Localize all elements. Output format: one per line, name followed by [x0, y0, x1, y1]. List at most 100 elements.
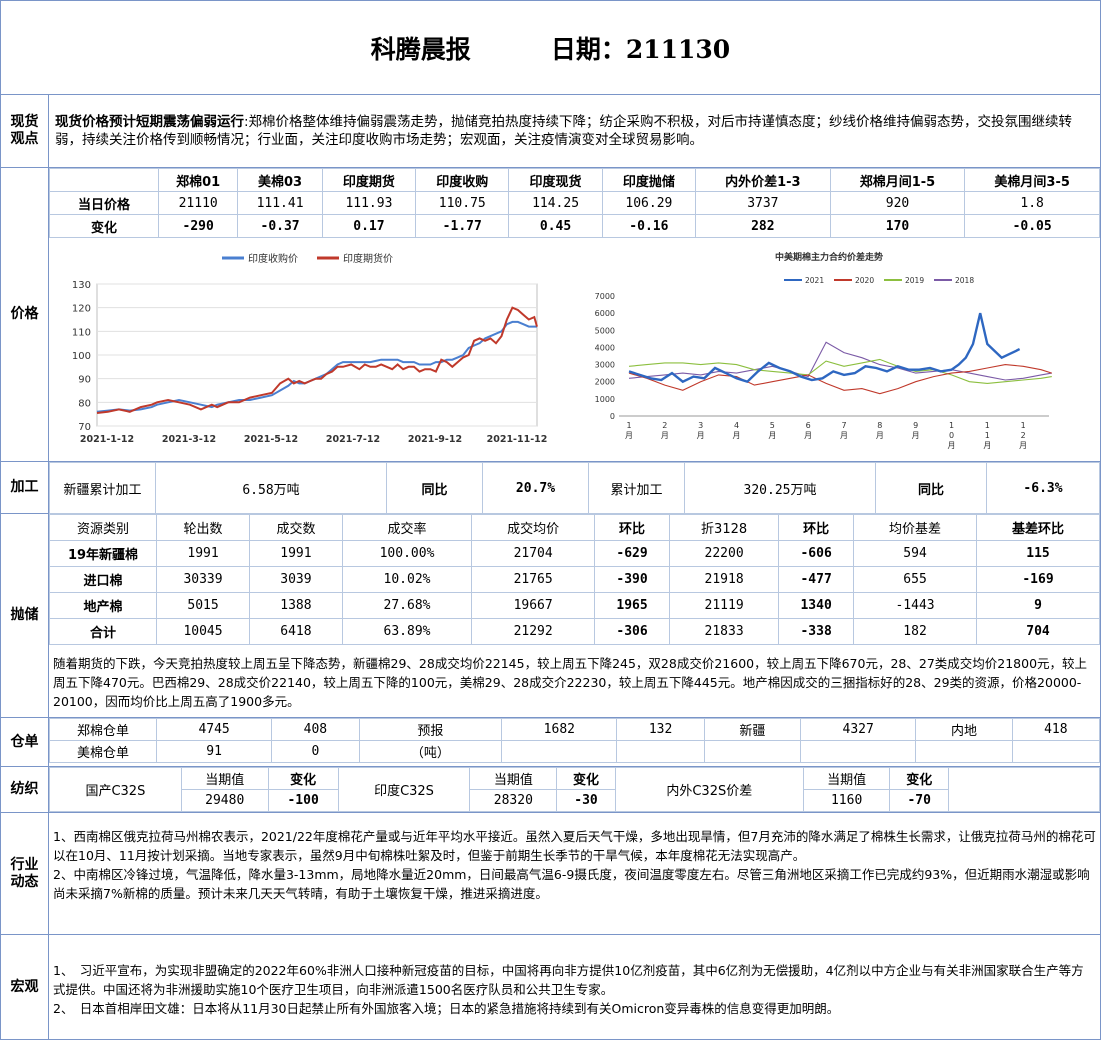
- today-price-cell: 21110: [157, 191, 239, 215]
- legend-label: 印度期货价: [343, 252, 393, 265]
- y-tick-label: 70: [78, 422, 91, 433]
- process-section: 加工 新疆累计加工 6.58万吨 同比 20.7% 累计加工 320.25万吨 …: [1, 462, 1100, 514]
- warehouse-cell: 美棉仓单: [49, 740, 157, 763]
- reserve-cell: 115: [976, 540, 1100, 567]
- x-tick-label: 2021-7-12: [326, 434, 380, 445]
- spinning-change: -30: [556, 789, 616, 812]
- series-line-2020: [628, 364, 1052, 395]
- reserve-cell: 10045: [155, 618, 251, 645]
- reserve-cell: 1991: [155, 540, 251, 567]
- report-header: 科腾晨报 日期：211130: [1, 1, 1100, 95]
- warehouse-cell: 0: [271, 740, 360, 763]
- today-price-cell: 106.29: [601, 191, 697, 215]
- current-value-label: 当期值: [469, 767, 558, 790]
- report-date: 日期：211130: [550, 34, 731, 64]
- price-change-cell: 0.17: [321, 214, 417, 238]
- total-yoy-label: 同比: [875, 462, 987, 514]
- warehouse-cell: 预报: [358, 718, 503, 741]
- price-col-header: 印度抛储: [601, 168, 697, 192]
- reserve-cell: 1965: [594, 592, 670, 619]
- reserve-cell: 30339: [155, 566, 251, 593]
- x-tick-label: 5月: [768, 421, 776, 440]
- legend-label: 2021: [805, 276, 824, 285]
- reserve-section: 抛储 资源类别 轮出数 成交数 成交率 成交均价 环比 折3128 环比 均价基差 基差环比 19年…: [1, 514, 1100, 718]
- warehouse-cell: 418: [1011, 718, 1101, 741]
- y-tick-label: 7000: [595, 292, 615, 301]
- spinning-value: 29480: [180, 789, 269, 812]
- reserve-category: 进口棉: [49, 566, 157, 593]
- report-title: 科腾晨报: [370, 34, 471, 64]
- empty-cell: [501, 740, 618, 763]
- reserve-cell: -477: [778, 566, 855, 593]
- change-label: 变化: [556, 767, 616, 790]
- chart-title: 中美期棉主力合约价差走势: [775, 251, 883, 263]
- report-sheet: 科腾晨报 日期：211130 现货 观点 现货价格预计短期震荡偏弱运行:郑棉价格…: [0, 0, 1101, 1040]
- change-label: 变化: [267, 767, 339, 790]
- price-col-header: 郑棉月间1-5: [829, 168, 966, 192]
- reserve-cell: 21765: [471, 566, 596, 593]
- xj-process-label: 新疆累计加工: [49, 462, 156, 514]
- reserve-category: 19年新疆棉: [49, 540, 157, 567]
- today-price-cell: 114.25: [508, 191, 603, 215]
- spot-section: 现货 观点 现货价格预计短期震荡偏弱运行:郑棉价格整体维持偏弱震荡走势，抛储竞拍…: [1, 95, 1100, 168]
- price-col-header: 印度期货: [321, 168, 417, 192]
- x-tick-label: 2月: [661, 421, 669, 440]
- total-process-value: 320.25万吨: [684, 462, 876, 514]
- spinning-change: -100: [267, 789, 339, 812]
- reserve-col-header: 成交数: [249, 514, 343, 541]
- warehouse-cell: 内地: [915, 718, 1013, 741]
- reserve-cell: 1388: [249, 592, 343, 619]
- reserve-cell: 704: [976, 618, 1100, 645]
- price-section: 价格 郑棉01 美棉03 印度期货 印度收购 印度现货 印度抛储 内外价差1-3 郑棉月间1-…: [1, 168, 1100, 462]
- x-tick-label: 7月: [840, 421, 848, 440]
- table-row: 合计 10045 6418 63.89% 21292 -306 21833 -338 182 70…: [49, 618, 1100, 645]
- warehouse-cell: 91: [155, 740, 273, 763]
- industry-label: 行业 动态: [1, 813, 49, 934]
- series-line-futures: [96, 306, 538, 414]
- legend-label: 2020: [855, 276, 874, 285]
- y-tick-label: 1000: [595, 395, 615, 404]
- today-price-cell: 1.8: [964, 191, 1100, 215]
- y-tick-label: 110: [72, 327, 91, 338]
- xj-yoy-label: 同比: [386, 462, 483, 514]
- spinning-item-name: 内外C32S价差: [614, 767, 804, 812]
- x-tick-label: 4月: [733, 421, 741, 440]
- y-tick-label: 90: [78, 375, 91, 386]
- reserve-cell: 3039: [249, 566, 343, 593]
- reserve-col-header: 成交均价: [471, 514, 596, 541]
- reserve-cell: -1443: [853, 592, 977, 619]
- price-col-header: 美棉月间3-5: [964, 168, 1100, 192]
- reserve-note: 随着期货的下跌，今天竞拍热度较上周五呈下降态势，新疆棉29、28成交均价2214…: [53, 656, 1088, 709]
- reserve-cell: 22200: [668, 540, 780, 567]
- warehouse-table: 郑棉仓单 4745 408 预报 1682 132 新疆 4327 内地 418 美棉仓单 91 0 （吨…: [49, 718, 1101, 763]
- industry-section: 行业 动态 1、西南棉区俄克拉荷马州棉农表示，2021/22年度棉花产量或与近年…: [1, 813, 1100, 935]
- price-change-cell: 282: [695, 214, 831, 238]
- reserve-category: 地产棉: [49, 592, 157, 619]
- spinning-section: 纺织 国产C32S 当期值 变化 印度C32S 当期值 变化 内外C32S价差 当期值 变化 29…: [1, 767, 1100, 813]
- reserve-cell: 21292: [471, 618, 596, 645]
- y-tick-label: 4000: [595, 343, 615, 352]
- x-tick-label: 2021-3-12: [162, 434, 216, 445]
- macro-news-1: 1、 习近平宣布，为实现非盟确定的2022年60%非洲人口接种新冠疫苗的目标，中…: [53, 963, 1084, 997]
- reserve-cell: 182: [853, 618, 977, 645]
- industry-news-1: 1、西南棉区俄克拉荷马州棉农表示，2021/22年度棉花产量或与近年平均水平接近…: [53, 829, 1096, 863]
- x-tick-label: 1月: [625, 421, 633, 440]
- x-tick-label: 2021-5-12: [244, 434, 298, 445]
- price-col-header: 印度收购: [415, 168, 510, 192]
- x-tick-label: 2021-1-12: [80, 434, 134, 445]
- empty-cell: [1011, 740, 1101, 763]
- x-tick-label: 6月: [804, 421, 812, 440]
- legend-label: 印度收购价: [248, 252, 298, 265]
- cn-us-spread-chart: 中美期棉主力合约价差走势 0 1000 2000 3000 4000 5000 6000 700…: [595, 251, 1052, 450]
- reserve-col-header: 成交率: [341, 514, 473, 541]
- x-tick-label: 2021-11-12: [487, 434, 548, 445]
- reserve-cell: 1340: [778, 592, 855, 619]
- y-tick-label: 6000: [595, 309, 615, 318]
- spinning-change: -70: [889, 789, 949, 812]
- spinning-value: 1160: [802, 789, 891, 812]
- warehouse-label: 仓单: [1, 718, 49, 766]
- table-row: 19年新疆棉 1991 1991 100.00% 21704 -629 22200 -606 5…: [49, 540, 1100, 567]
- reserve-col-header: 折3128: [668, 514, 780, 541]
- empty-cell: [703, 740, 802, 763]
- spot-label: 现货 观点: [1, 95, 49, 167]
